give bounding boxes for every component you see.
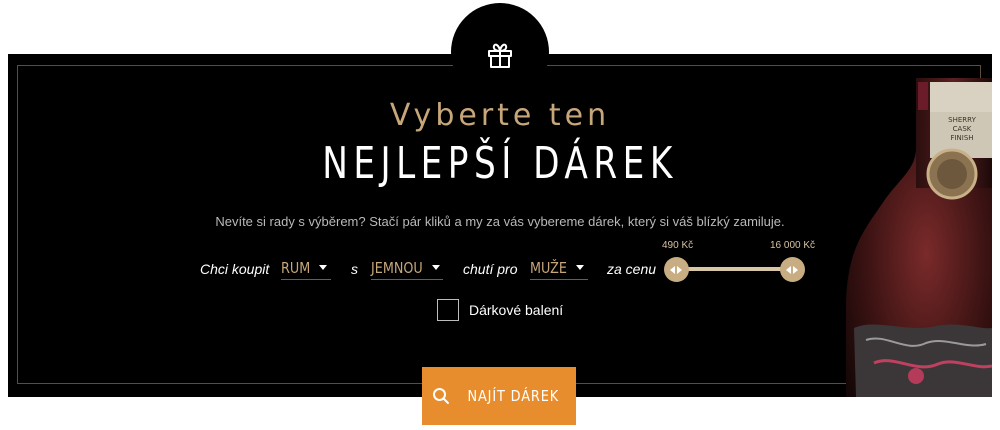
bottle-label-line: SHERRY: [948, 116, 976, 124]
category-select[interactable]: RUM: [281, 256, 331, 280]
rum-bottle-image: SHERRY CASK FINISH: [846, 78, 992, 397]
chevron-down-icon: [319, 265, 327, 270]
bottle-label-line: CASK: [952, 125, 972, 133]
gift-wrap-label: Dárkové balení: [469, 302, 564, 318]
recipient-select[interactable]: MUŽE: [530, 256, 588, 280]
label-with: s: [351, 261, 358, 277]
find-gift-button-label: NAJÍT DÁREK: [467, 387, 559, 405]
hero-title: NEJLEPŠÍ DÁREK: [322, 138, 678, 189]
arrow-right-icon: [793, 265, 798, 274]
recipient-value: MUŽE: [530, 258, 567, 277]
bottle-label-line: FINISH: [950, 134, 974, 142]
chevron-down-icon: [431, 265, 440, 270]
gift-icon: [488, 43, 512, 68]
label-taste-for: chutí pro: [463, 261, 518, 277]
find-gift-button[interactable]: NAJÍT DÁREK: [422, 367, 576, 425]
price-min-handle[interactable]: [663, 257, 689, 282]
arrow-left-icon: [786, 265, 791, 274]
arrow-left-icon: [670, 265, 675, 274]
price-max-label: 16 000 Kč: [770, 240, 816, 251]
label-buy: Chci koupit: [200, 261, 270, 277]
price-slider-track[interactable]: [676, 267, 792, 271]
price-min-label: 490 Kč: [662, 240, 694, 251]
gift-wrap-checkbox[interactable]: [437, 299, 459, 321]
category-value: RUM: [281, 258, 311, 277]
chevron-down-icon: [576, 265, 584, 270]
arrow-right-icon: [677, 265, 682, 274]
label-price: za cenu: [607, 261, 657, 277]
taste-select[interactable]: JEMNOU: [371, 256, 443, 280]
price-max-handle[interactable]: [779, 257, 805, 282]
taste-value: JEMNOU: [371, 258, 423, 277]
gift-badge: [451, 3, 549, 101]
search-icon: [432, 388, 449, 404]
gift-wrap-option[interactable]: Dárkové balení: [437, 299, 563, 321]
